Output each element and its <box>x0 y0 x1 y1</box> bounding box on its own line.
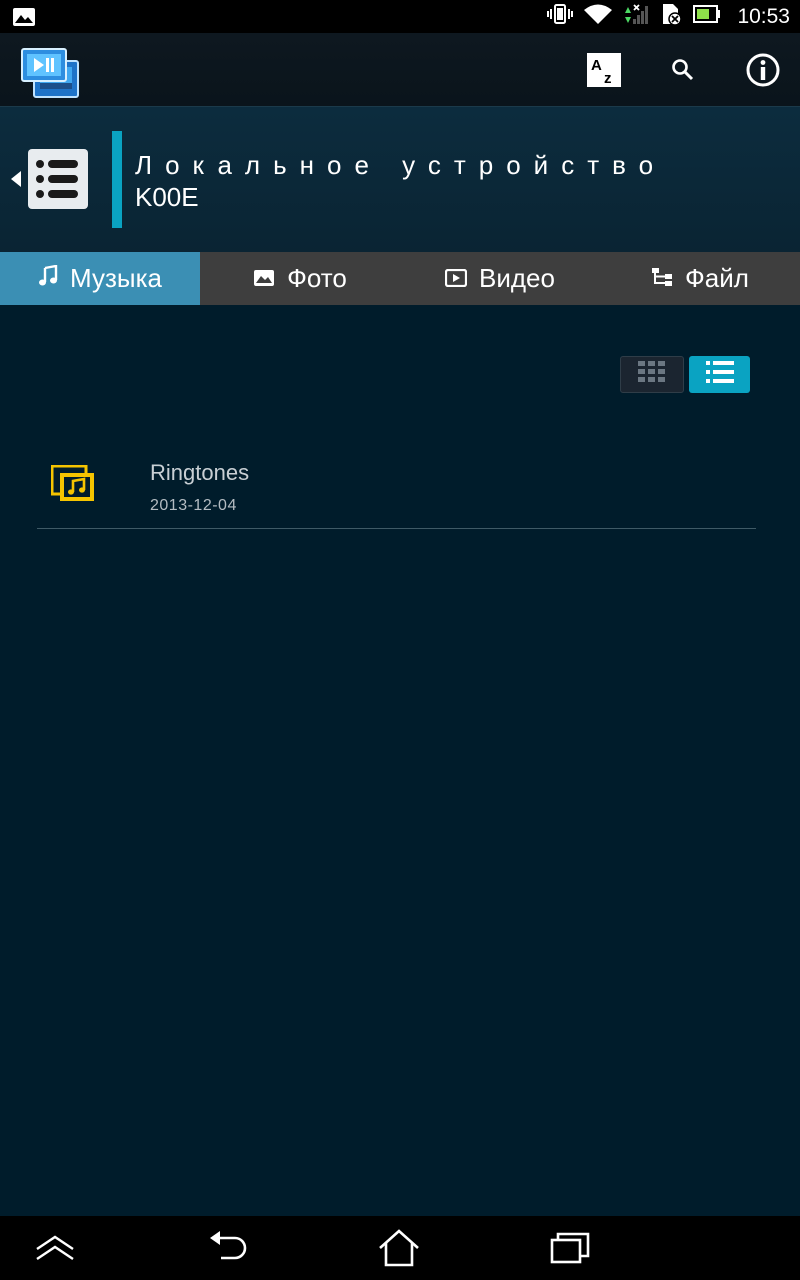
battery-icon <box>693 4 721 29</box>
music-folder-icon <box>50 464 95 508</box>
device-list-icon[interactable] <box>28 149 88 209</box>
list-item[interactable]: Ringtones 2013-12-04 <box>37 440 756 529</box>
item-name: Ringtones <box>150 460 250 485</box>
music-note-icon <box>38 263 58 294</box>
tab-photo[interactable]: Фото <box>200 252 400 305</box>
tab-label: Видео <box>479 263 555 293</box>
device-title: Локальное устройство <box>135 150 667 180</box>
svg-text:z: z <box>604 70 612 87</box>
wifi-icon <box>583 3 613 30</box>
photo-icon <box>253 263 275 294</box>
navigation-bar <box>0 1216 800 1280</box>
item-date: 2013-12-04 <box>150 497 237 514</box>
list-view-button[interactable] <box>689 356 750 393</box>
grid-view-icon <box>638 361 666 388</box>
svg-text:A: A <box>591 57 602 74</box>
signal-icon <box>623 3 649 30</box>
tab-label: Музыка <box>70 263 162 293</box>
app-logo[interactable] <box>20 41 80 101</box>
back-arrow-icon[interactable] <box>10 171 22 192</box>
recent-apps-icon[interactable] <box>548 1228 592 1268</box>
sort-az-icon[interactable]: A z <box>585 51 623 89</box>
hide-nav-icon[interactable] <box>33 1228 77 1268</box>
accent-bar <box>112 131 122 228</box>
back-icon[interactable] <box>207 1228 251 1268</box>
device-subtitle: K00E <box>135 182 199 212</box>
tab-label: Файл <box>685 263 749 293</box>
search-icon[interactable] <box>664 51 702 89</box>
action-bar: A z <box>0 33 800 107</box>
clock: 10:53 <box>737 4 790 28</box>
tab-video[interactable]: Видео <box>400 252 600 305</box>
file-tree-icon <box>651 263 673 294</box>
info-icon[interactable] <box>744 51 782 89</box>
status-bar: 10:53 <box>0 0 800 33</box>
vibrate-icon <box>547 3 574 30</box>
grid-view-button[interactable] <box>620 356 684 393</box>
home-icon[interactable] <box>377 1228 421 1268</box>
sd-card-icon <box>659 2 683 31</box>
list-view-icon <box>705 361 734 388</box>
tab-music[interactable]: Музыка <box>0 252 200 305</box>
category-tabs: Музыка Фото Видео Файл <box>0 252 800 305</box>
tab-label: Фото <box>287 263 347 293</box>
image-notification-icon <box>12 7 36 32</box>
tab-file[interactable]: Файл <box>600 252 800 305</box>
video-icon <box>444 263 468 294</box>
